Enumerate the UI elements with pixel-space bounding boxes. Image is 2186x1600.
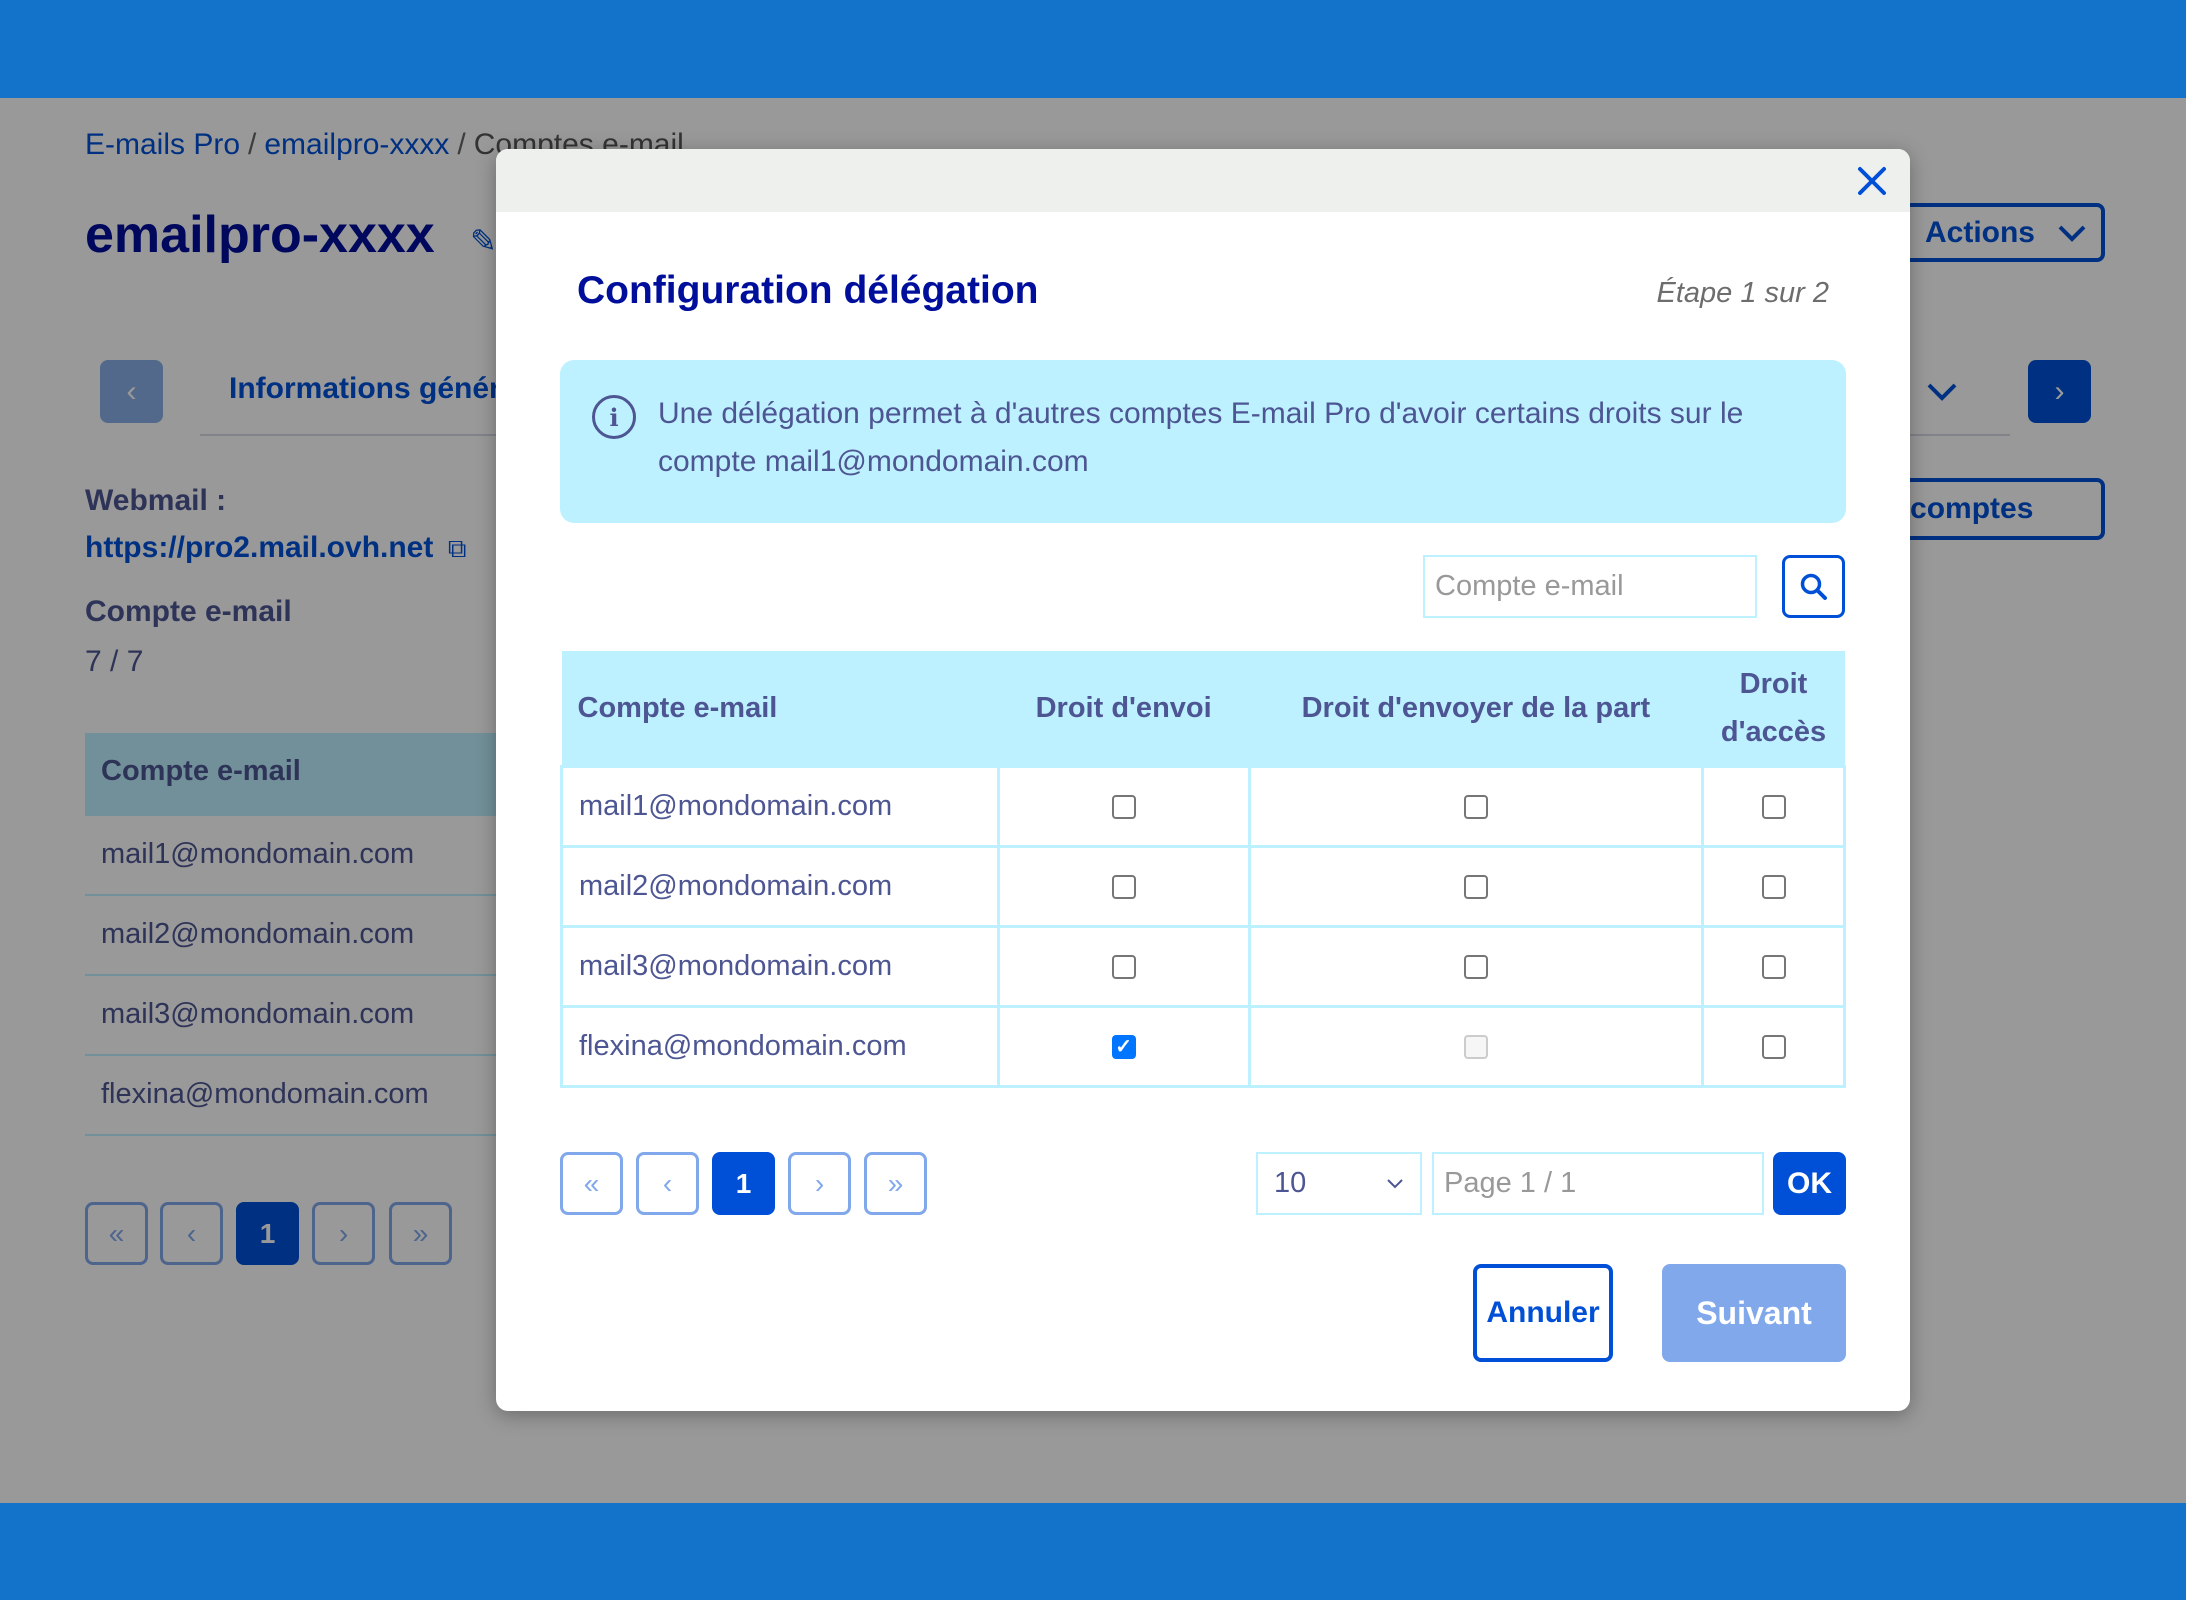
bottom-bar [0, 1503, 2186, 1600]
search-button[interactable] [1782, 555, 1845, 618]
account-email: mail3@mondomain.com [560, 924, 1000, 1008]
send-right-checkbox[interactable] [1111, 794, 1136, 819]
access-right-checkbox-cell [1701, 764, 1846, 848]
access-right-checkbox-cell [1701, 844, 1846, 928]
send-right-checkbox-cell [996, 764, 1251, 848]
table-row: mail2@mondomain.com [560, 844, 1846, 928]
close-icon[interactable] [1852, 161, 1892, 201]
send-on-behalf-checkbox-cell [1247, 924, 1705, 1008]
step-indicator: Étape 1 sur 2 [1656, 277, 1830, 309]
access-right-checkbox[interactable] [1761, 954, 1786, 979]
info-message: i Une délégation permet à d'autres compt… [560, 360, 1846, 523]
access-right-checkbox[interactable] [1761, 1034, 1786, 1059]
send-right-checkbox[interactable] [1111, 954, 1136, 979]
account-email: mail2@mondomain.com [560, 844, 1000, 928]
send-on-behalf-checkbox[interactable] [1463, 874, 1488, 899]
modal-page-1-button[interactable]: 1 [712, 1152, 775, 1215]
page-size-select[interactable]: 10 [1256, 1152, 1422, 1215]
send-on-behalf-checkbox-cell [1247, 764, 1705, 848]
access-right-checkbox[interactable] [1761, 794, 1786, 819]
account-email: mail1@mondomain.com [560, 764, 1000, 848]
send-on-behalf-checkbox-cell [1247, 844, 1705, 928]
top-header-bar [0, 0, 2186, 98]
search-icon [1800, 573, 1827, 600]
next-button[interactable]: Suivant [1662, 1264, 1846, 1362]
delegation-modal: Configuration délégation Étape 1 sur 2 i… [496, 149, 1910, 1411]
page-size-value: 10 [1274, 1167, 1307, 1199]
access-right-checkbox[interactable] [1761, 874, 1786, 899]
modal-page-first-button[interactable]: « [560, 1152, 623, 1215]
chevron-down-icon [1387, 1178, 1403, 1188]
send-on-behalf-checkbox-cell [1247, 1004, 1705, 1088]
table-row: mail3@mondomain.com [560, 924, 1846, 1008]
send-right-checkbox-cell [996, 844, 1251, 928]
info-circle-icon: i [592, 395, 636, 439]
column-header-access-right: Droit d'accès [1702, 651, 1845, 766]
column-header-account: Compte e-mail [561, 651, 999, 766]
send-right-checkbox[interactable]: ✓ [1111, 1034, 1136, 1059]
modal-page-prev-button[interactable]: ‹ [636, 1152, 699, 1215]
modal-title: Configuration délégation [577, 269, 1039, 312]
search-account-input[interactable] [1423, 555, 1757, 618]
send-right-checkbox-cell: ✓ [996, 1004, 1251, 1088]
access-right-checkbox-cell [1701, 924, 1846, 1008]
table-row: mail1@mondomain.com [560, 764, 1846, 848]
account-email: flexina@mondomain.com [560, 1004, 1000, 1088]
modal-page-next-button[interactable]: › [788, 1152, 851, 1215]
page-number-input[interactable]: Page 1 / 1 [1432, 1152, 1764, 1215]
column-header-send-on-behalf: Droit d'envoyer de la part [1249, 651, 1703, 766]
cancel-button[interactable]: Annuler [1473, 1264, 1613, 1362]
send-right-checkbox-cell [996, 924, 1251, 1008]
info-text: Une délégation permet à d'autres comptes… [658, 397, 1744, 478]
send-on-behalf-checkbox[interactable] [1463, 794, 1488, 819]
send-on-behalf-checkbox [1463, 1034, 1488, 1059]
table-row: flexina@mondomain.com ✓ [560, 1004, 1846, 1088]
column-header-send-right: Droit d'envoi [998, 651, 1250, 766]
go-to-page-button[interactable]: OK [1773, 1152, 1846, 1215]
access-right-checkbox-cell [1701, 1004, 1846, 1088]
send-right-checkbox[interactable] [1111, 874, 1136, 899]
delegation-table: Compte e-mail Droit d'envoi Droit d'envo… [560, 651, 1846, 1088]
modal-page-last-button[interactable]: » [864, 1152, 927, 1215]
modal-header [496, 149, 1910, 212]
send-on-behalf-checkbox[interactable] [1463, 954, 1488, 979]
